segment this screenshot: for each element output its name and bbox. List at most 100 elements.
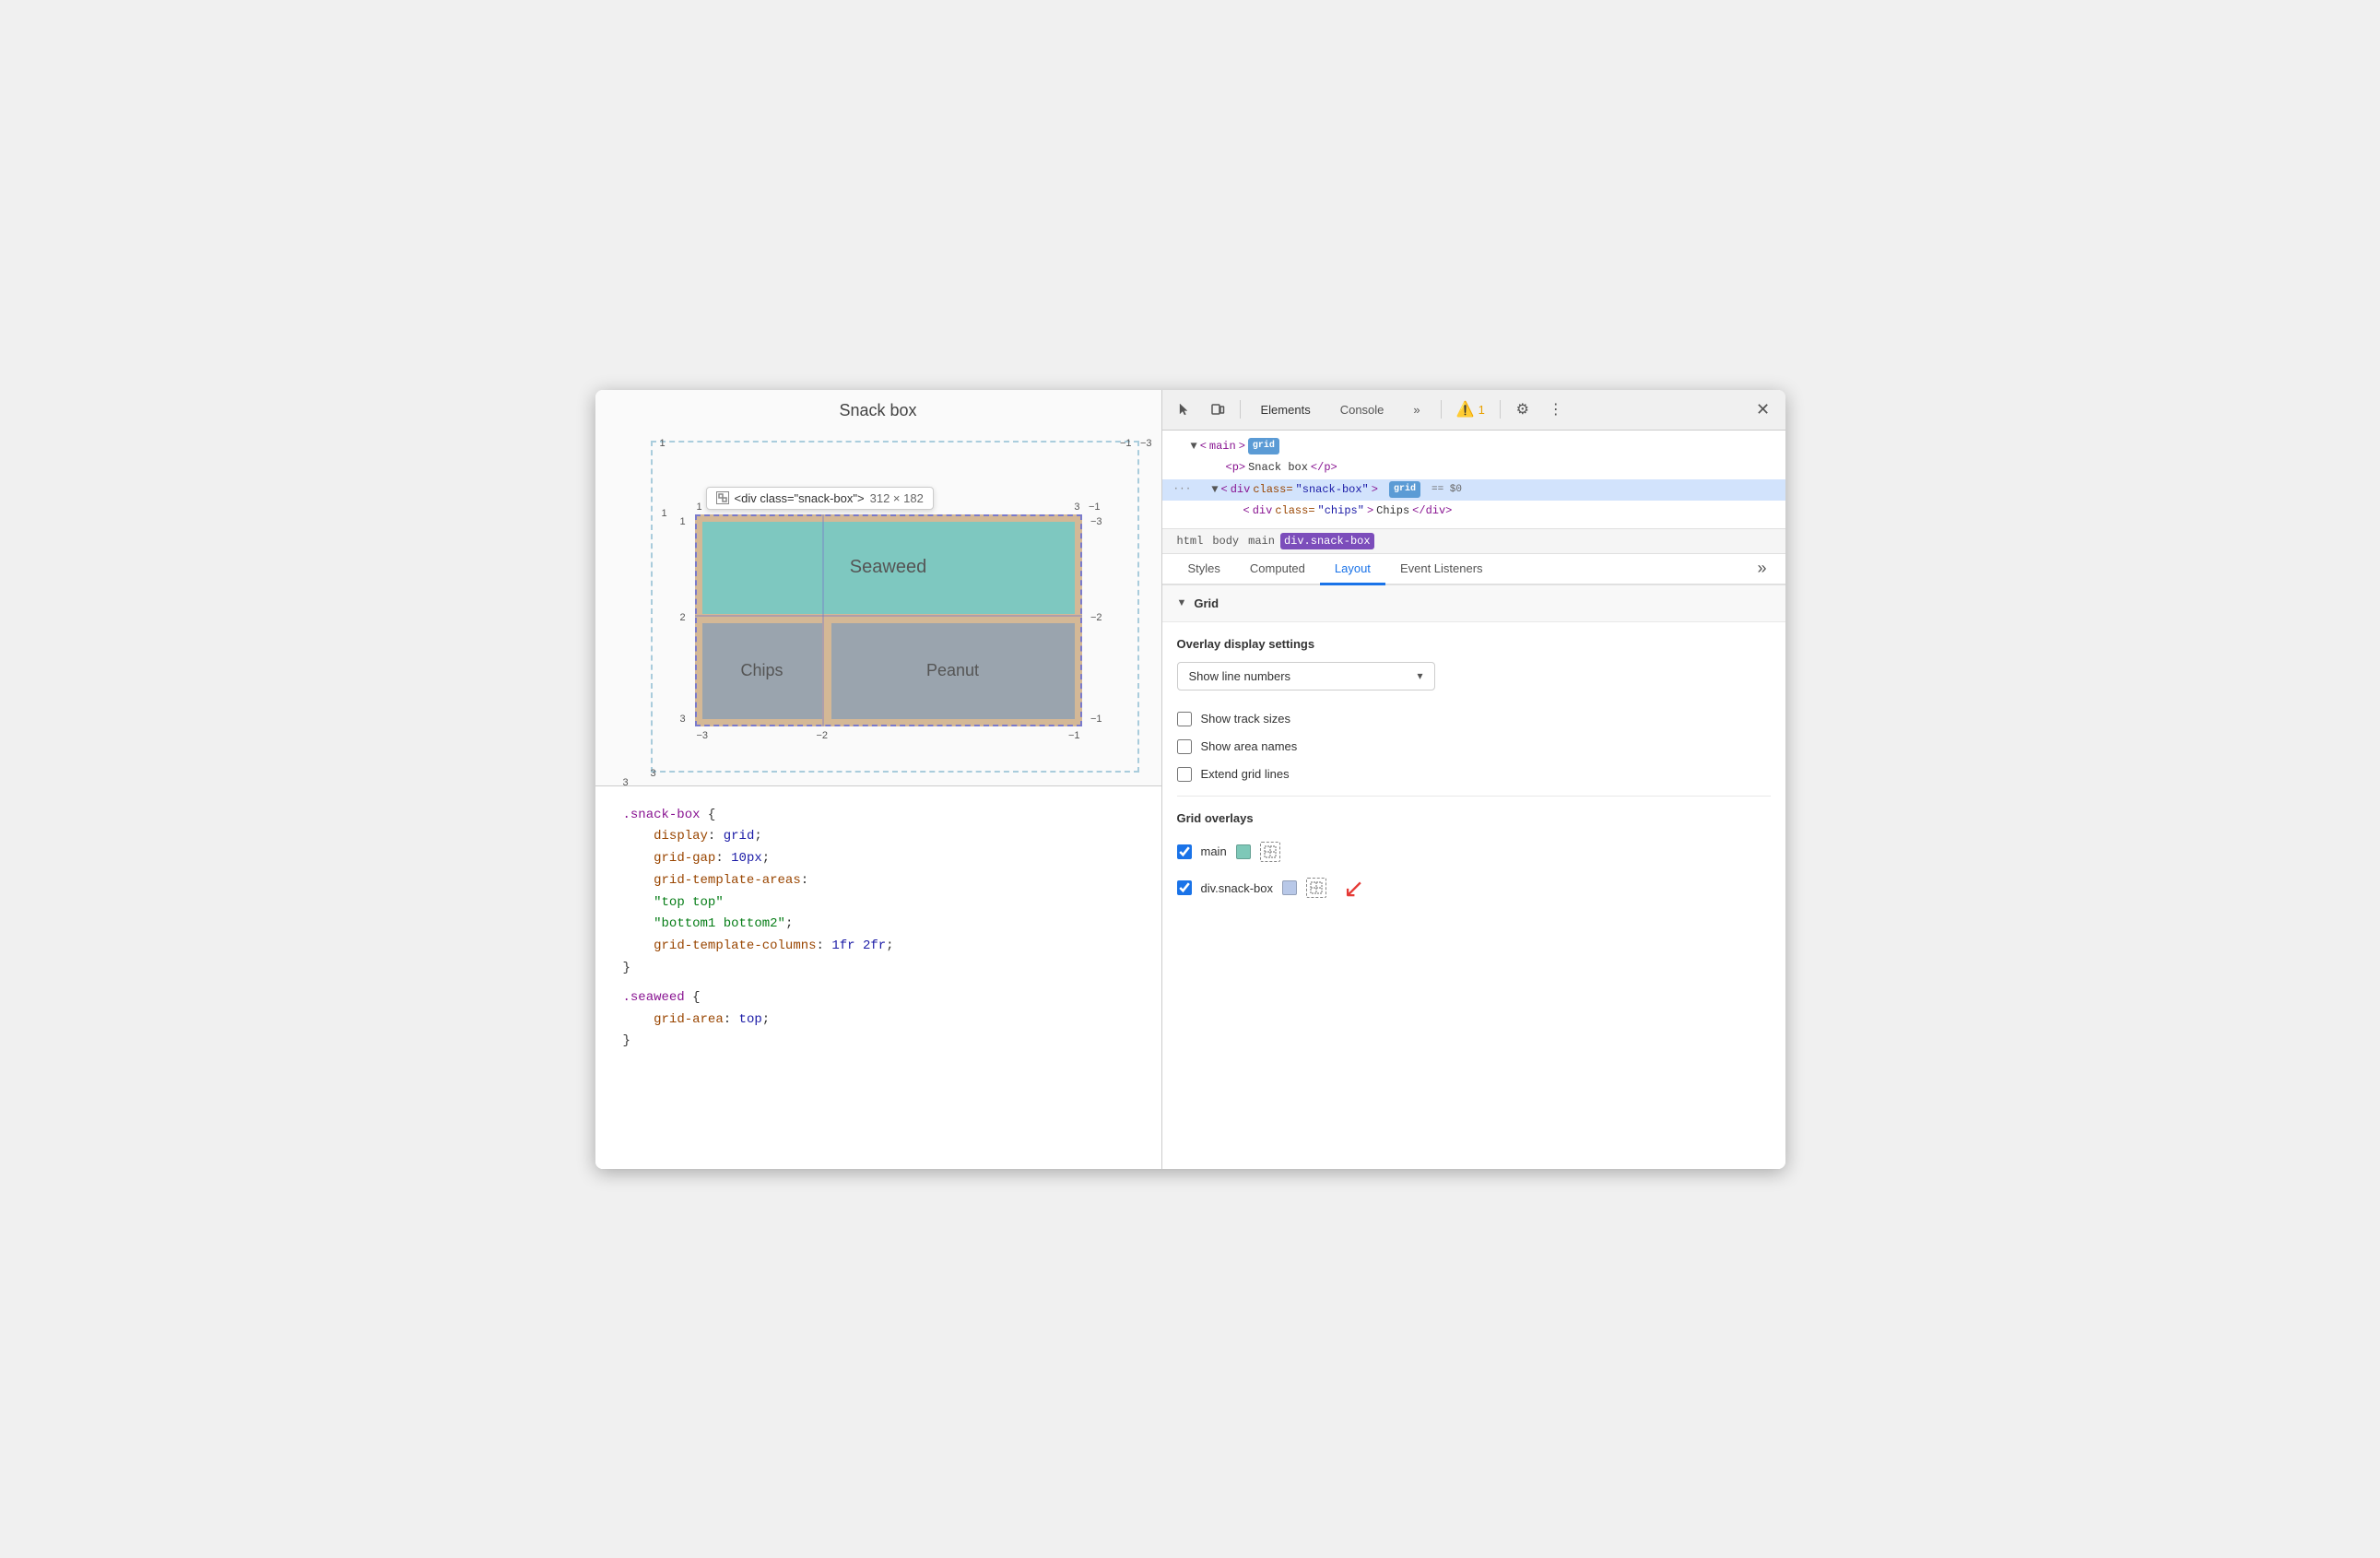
tab-more-sub[interactable]: »	[1750, 555, 1773, 584]
bc-html[interactable]: html	[1173, 533, 1208, 549]
browser-window: Snack box <div class="snack-box"> 312 × …	[595, 390, 1785, 1169]
grid-row-line	[695, 615, 1082, 617]
ln-col3: 3	[1074, 502, 1079, 513]
overlay-snack-box-grid-icon[interactable]	[1306, 878, 1326, 898]
ln-bot-neg2: −2	[817, 730, 829, 741]
grid-section-header[interactable]: ▼ Grid	[1162, 585, 1785, 622]
warning-icon: ⚠️	[1456, 400, 1475, 419]
dropdown-arrow-icon: ▾	[1417, 669, 1422, 682]
show-area-names-row: Show area names	[1177, 733, 1771, 761]
line-num-outer-col: −3	[1140, 438, 1152, 449]
extend-grid-lines-checkbox[interactable]	[1177, 767, 1192, 782]
show-track-sizes-checkbox[interactable]	[1177, 712, 1192, 726]
css-selector-1: .snack-box	[623, 808, 701, 822]
grid-overlays-title: Grid overlays	[1177, 811, 1771, 825]
line-numbers-dropdown-row: Show line numbers ▾	[1177, 662, 1771, 690]
ln-row1: 1	[680, 516, 686, 527]
select-value: Show line numbers	[1189, 669, 1291, 683]
tooltip-size: 312 × 182	[870, 491, 924, 505]
dom-line-chips[interactable]: <div class="chips" > Chips </div>	[1162, 501, 1785, 523]
grid-section-title: Grid	[1194, 596, 1219, 610]
cursor-icon-button[interactable]	[1170, 395, 1199, 424]
ln-outer-3: 3	[651, 768, 656, 779]
section-arrow: ▼	[1177, 597, 1187, 608]
snack-box-title: Snack box	[839, 401, 916, 420]
bc-body[interactable]: body	[1208, 533, 1243, 549]
grid-badge-snack-box[interactable]: grid	[1389, 481, 1420, 498]
grid-preview: Snack box <div class="snack-box"> 312 × …	[595, 390, 1161, 786]
devtools-toolbar: Elements Console » ⚠️ 1 ⚙ ⋮ ✕	[1162, 390, 1785, 431]
toolbar-divider-3	[1500, 400, 1501, 419]
tab-styles[interactable]: Styles	[1173, 554, 1235, 585]
dom-line-snack-box[interactable]: ··· ▼ <div class="snack-box" > grid == $…	[1162, 479, 1785, 502]
section-divider	[1177, 796, 1771, 797]
show-track-sizes-row: Show track sizes	[1177, 705, 1771, 733]
cell-seaweed: Seaweed	[702, 522, 1075, 614]
code-line-11: }	[623, 1031, 1134, 1053]
show-track-sizes-label[interactable]: Show track sizes	[1201, 712, 1291, 726]
overlay-snack-box-checkbox[interactable]	[1177, 880, 1192, 895]
cell-chips: Chips	[702, 623, 822, 719]
ln-row2: 2	[680, 612, 686, 623]
overlay-main-checkbox[interactable]	[1177, 844, 1192, 859]
overlay-main-grid-icon[interactable]	[1260, 842, 1280, 862]
toolbar-divider	[1240, 400, 1241, 419]
overlay-snack-box-color-swatch[interactable]	[1282, 880, 1297, 895]
code-line-2: display: grid;	[623, 826, 1134, 848]
extend-grid-lines-row: Extend grid lines	[1177, 761, 1771, 788]
sub-tabs: Styles Computed Layout Event Listeners »	[1162, 554, 1785, 585]
tab-layout[interactable]: Layout	[1320, 554, 1385, 585]
tab-console[interactable]: Console	[1327, 397, 1397, 422]
ln-row-neg1: −1	[1090, 714, 1102, 725]
breadcrumb: html body main div.snack-box	[1162, 529, 1785, 554]
overlay-settings-title: Overlay display settings	[1177, 637, 1771, 651]
overlay-snack-box-label[interactable]: div.snack-box	[1201, 881, 1274, 895]
code-line-1: .snack-box {	[623, 805, 1134, 827]
right-panel: Elements Console » ⚠️ 1 ⚙ ⋮ ✕ ▼ <main>	[1162, 390, 1785, 1169]
code-line-4: grid-template-areas:	[623, 870, 1134, 892]
overlay-snack-box-row: div.snack-box ↙	[1177, 868, 1771, 909]
more-options-button[interactable]: ⋮	[1541, 395, 1571, 424]
line-num-outer-r1: −1	[1120, 438, 1132, 449]
bc-snack-box[interactable]: div.snack-box	[1280, 533, 1374, 549]
dom-line-p[interactable]: <p>Snack box</p>	[1162, 457, 1785, 479]
ln-row-neg2: −2	[1090, 612, 1102, 623]
extend-grid-lines-label[interactable]: Extend grid lines	[1201, 767, 1290, 781]
line-num-outer-1: 1	[660, 438, 666, 449]
ln-bot-neg3: −3	[697, 730, 709, 741]
dom-line-main[interactable]: ▼ <main> grid	[1162, 436, 1785, 458]
code-line-7: grid-template-columns: 1fr 2fr;	[623, 936, 1134, 958]
tab-more[interactable]: »	[1400, 397, 1432, 422]
layout-panel: ▼ Grid Overlay display settings Show lin…	[1162, 585, 1785, 1169]
overlay-main-color-swatch[interactable]	[1236, 844, 1251, 859]
main-content: Snack box <div class="snack-box"> 312 × …	[595, 390, 1785, 1169]
tab-elements[interactable]: Elements	[1248, 397, 1324, 422]
overlay-main-label[interactable]: main	[1201, 844, 1227, 858]
snack-box-wrapper: Seaweed Chips Peanut 1 2 3	[695, 514, 1082, 726]
settings-button[interactable]: ⚙	[1508, 395, 1538, 424]
overlay-display-select[interactable]: Show line numbers ▾	[1177, 662, 1435, 690]
device-toggle-button[interactable]	[1203, 395, 1232, 424]
overlay-main-row: main	[1177, 836, 1771, 868]
code-line-8: }	[623, 958, 1134, 980]
tab-event-listeners[interactable]: Event Listeners	[1385, 554, 1498, 585]
toolbar-divider-2	[1441, 400, 1442, 419]
show-area-names-checkbox[interactable]	[1177, 739, 1192, 754]
code-line-5: "top top"	[623, 892, 1134, 915]
tab-computed[interactable]: Computed	[1235, 554, 1320, 585]
bc-main[interactable]: main	[1244, 533, 1278, 549]
tooltip-element-name: <div class="snack-box">	[735, 491, 865, 505]
ln-row3: 3	[680, 714, 686, 725]
code-line-9: .seaweed {	[623, 987, 1134, 1009]
element-tooltip: <div class="snack-box"> 312 × 182	[706, 487, 934, 510]
show-area-names-label[interactable]: Show area names	[1201, 739, 1298, 753]
ln-outer-1: 1	[662, 508, 667, 519]
ln-outer-bot-neg3: 3	[623, 777, 629, 788]
layout-section-body: Overlay display settings Show line numbe…	[1162, 622, 1785, 924]
grid-badge-main[interactable]: grid	[1248, 438, 1279, 454]
ln-col1: 1	[697, 502, 702, 513]
ln-col-neg1: −1	[1089, 502, 1101, 513]
code-line-6: "bottom1 bottom2";	[623, 914, 1134, 936]
close-button[interactable]: ✕	[1749, 395, 1778, 424]
red-arrow-annotation: ↙	[1343, 873, 1364, 903]
